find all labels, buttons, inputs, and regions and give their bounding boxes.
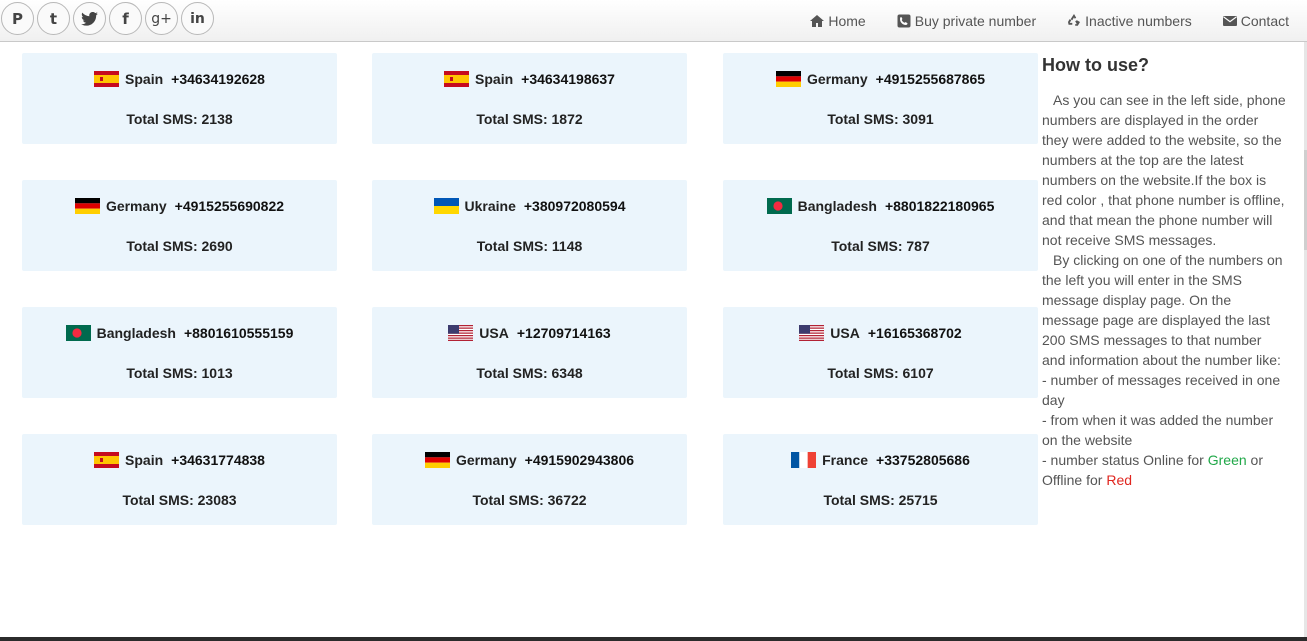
nav-home[interactable]: Home [810, 13, 866, 29]
france-flag-icon [791, 452, 817, 468]
card-total-sms: Total SMS: 2690 [126, 238, 233, 254]
home-icon [810, 14, 825, 28]
card-country: Spain [475, 71, 514, 87]
nav-inactive-label: Inactive numbers [1085, 13, 1192, 29]
card-country: USA [479, 325, 509, 341]
nav-home-label: Home [828, 13, 866, 29]
linkedin-icon[interactable]: in [181, 2, 214, 35]
number-card[interactable]: Germany +4915902943806 Total SMS: 36722 [372, 434, 687, 525]
card-phone: +8801610555159 [183, 325, 294, 341]
bangladesh-flag-icon [766, 198, 792, 214]
card-total-sms: Total SMS: 6107 [827, 365, 934, 381]
card-phone: +16165368702 [867, 325, 962, 341]
card-phone: +380972080594 [523, 198, 626, 214]
card-total-sms: Total SMS: 2138 [126, 111, 233, 127]
social-links: P t f g+ in [1, 2, 214, 35]
card-phone: +33752805686 [876, 452, 970, 468]
card-phone: +4915902943806 [524, 452, 635, 468]
number-card[interactable]: USA +16165368702 Total SMS: 6107 [723, 307, 1038, 398]
card-total-sms: Total SMS: 787 [831, 238, 930, 254]
card-phone: +34634192628 [171, 71, 265, 87]
google-plus-icon[interactable]: g+ [145, 2, 178, 35]
card-country: Germany [105, 198, 167, 214]
usa-flag-icon [799, 325, 825, 341]
card-phone: +34631774838 [171, 452, 265, 468]
card-phone: +4915255687865 [875, 71, 986, 87]
card-country: Spain [125, 71, 164, 87]
nav-inactive-numbers[interactable]: Inactive numbers [1067, 13, 1192, 29]
card-country: Spain [125, 452, 164, 468]
nav-buy-private-number[interactable]: Buy private number [897, 13, 1036, 29]
card-phone: +4915255690822 [174, 198, 285, 214]
card-phone: +12709714163 [516, 325, 611, 341]
how-to-use-item3-prefix: - number status Online for [1042, 452, 1208, 468]
main-nav: Home Buy private number Inactive numbers… [779, 13, 1289, 29]
how-to-use-item2: - from when it was added the number on t… [1042, 412, 1274, 448]
card-total-sms: Total SMS: 25715 [823, 492, 938, 508]
twitter-icon[interactable] [73, 2, 106, 35]
number-card[interactable]: Bangladesh +8801822180965 Total SMS: 787 [723, 180, 1038, 271]
usa-flag-icon [448, 325, 474, 341]
nav-contact[interactable]: Contact [1222, 13, 1289, 29]
spain-flag-icon [94, 452, 120, 468]
facebook-icon[interactable]: f [109, 2, 142, 35]
bottom-edge [0, 637, 1307, 641]
envelope-icon [1222, 14, 1237, 28]
germany-flag-icon [775, 71, 801, 87]
number-card[interactable]: Bangladesh +8801610555159 Total SMS: 101… [22, 307, 337, 398]
how-to-use-text: As you can see in the left side, phone n… [1042, 90, 1287, 490]
top-bar: P t f g+ in Home Buy private number Inac… [0, 0, 1307, 42]
number-card[interactable]: France +33752805686 Total SMS: 25715 [723, 434, 1038, 525]
bangladesh-flag-icon [65, 325, 91, 341]
number-card[interactable]: Germany +4915255690822 Total SMS: 2690 [22, 180, 337, 271]
number-card[interactable]: Spain +34631774838 Total SMS: 23083 [22, 434, 337, 525]
tumblr-icon[interactable]: t [37, 2, 70, 35]
how-to-use-para2: By clicking on one of the numbers on the… [1042, 252, 1283, 368]
green-status-word: Green [1207, 452, 1247, 468]
nav-contact-label: Contact [1240, 13, 1289, 29]
ukraine-flag-icon [433, 198, 459, 214]
number-card[interactable]: Spain +34634192628 Total SMS: 2138 [22, 53, 337, 144]
how-to-use-title: How to use? [1042, 55, 1149, 75]
card-country: France [822, 452, 869, 468]
card-country: Germany [455, 452, 517, 468]
nav-buy-label: Buy private number [914, 13, 1037, 29]
germany-flag-icon [74, 198, 100, 214]
germany-flag-icon [424, 452, 450, 468]
card-total-sms: Total SMS: 36722 [472, 492, 587, 508]
card-total-sms: Total SMS: 3091 [827, 111, 934, 127]
number-card[interactable]: Ukraine +380972080594 Total SMS: 1148 [372, 180, 687, 271]
pinterest-icon[interactable]: P [1, 2, 34, 35]
phone-icon [897, 14, 911, 28]
card-total-sms: Total SMS: 1013 [126, 365, 233, 381]
spain-flag-icon [94, 71, 120, 87]
card-country: Bangladesh [96, 325, 176, 341]
card-country: Germany [806, 71, 868, 87]
how-to-use-item1: - number of messages received in one day [1042, 372, 1281, 408]
card-total-sms: Total SMS: 1148 [476, 238, 583, 254]
red-status-word: Red [1106, 472, 1133, 488]
card-total-sms: Total SMS: 23083 [122, 492, 237, 508]
number-card[interactable]: Spain +34634198637 Total SMS: 1872 [372, 53, 687, 144]
card-country: Bangladesh [797, 198, 877, 214]
card-phone: +34634198637 [521, 71, 615, 87]
spain-flag-icon [444, 71, 470, 87]
how-to-use-para1: As you can see in the left side, phone n… [1042, 92, 1286, 248]
number-card[interactable]: USA +12709714163 Total SMS: 6348 [372, 307, 687, 398]
card-total-sms: Total SMS: 1872 [476, 111, 583, 127]
card-phone: +8801822180965 [884, 198, 995, 214]
card-total-sms: Total SMS: 6348 [476, 365, 583, 381]
recycle-icon [1067, 14, 1081, 28]
how-to-use-panel: How to use? As you can see in the left s… [1042, 53, 1287, 490]
number-card[interactable]: Germany +4915255687865 Total SMS: 3091 [723, 53, 1038, 144]
card-country: Ukraine [464, 198, 516, 214]
card-country: USA [830, 325, 860, 341]
